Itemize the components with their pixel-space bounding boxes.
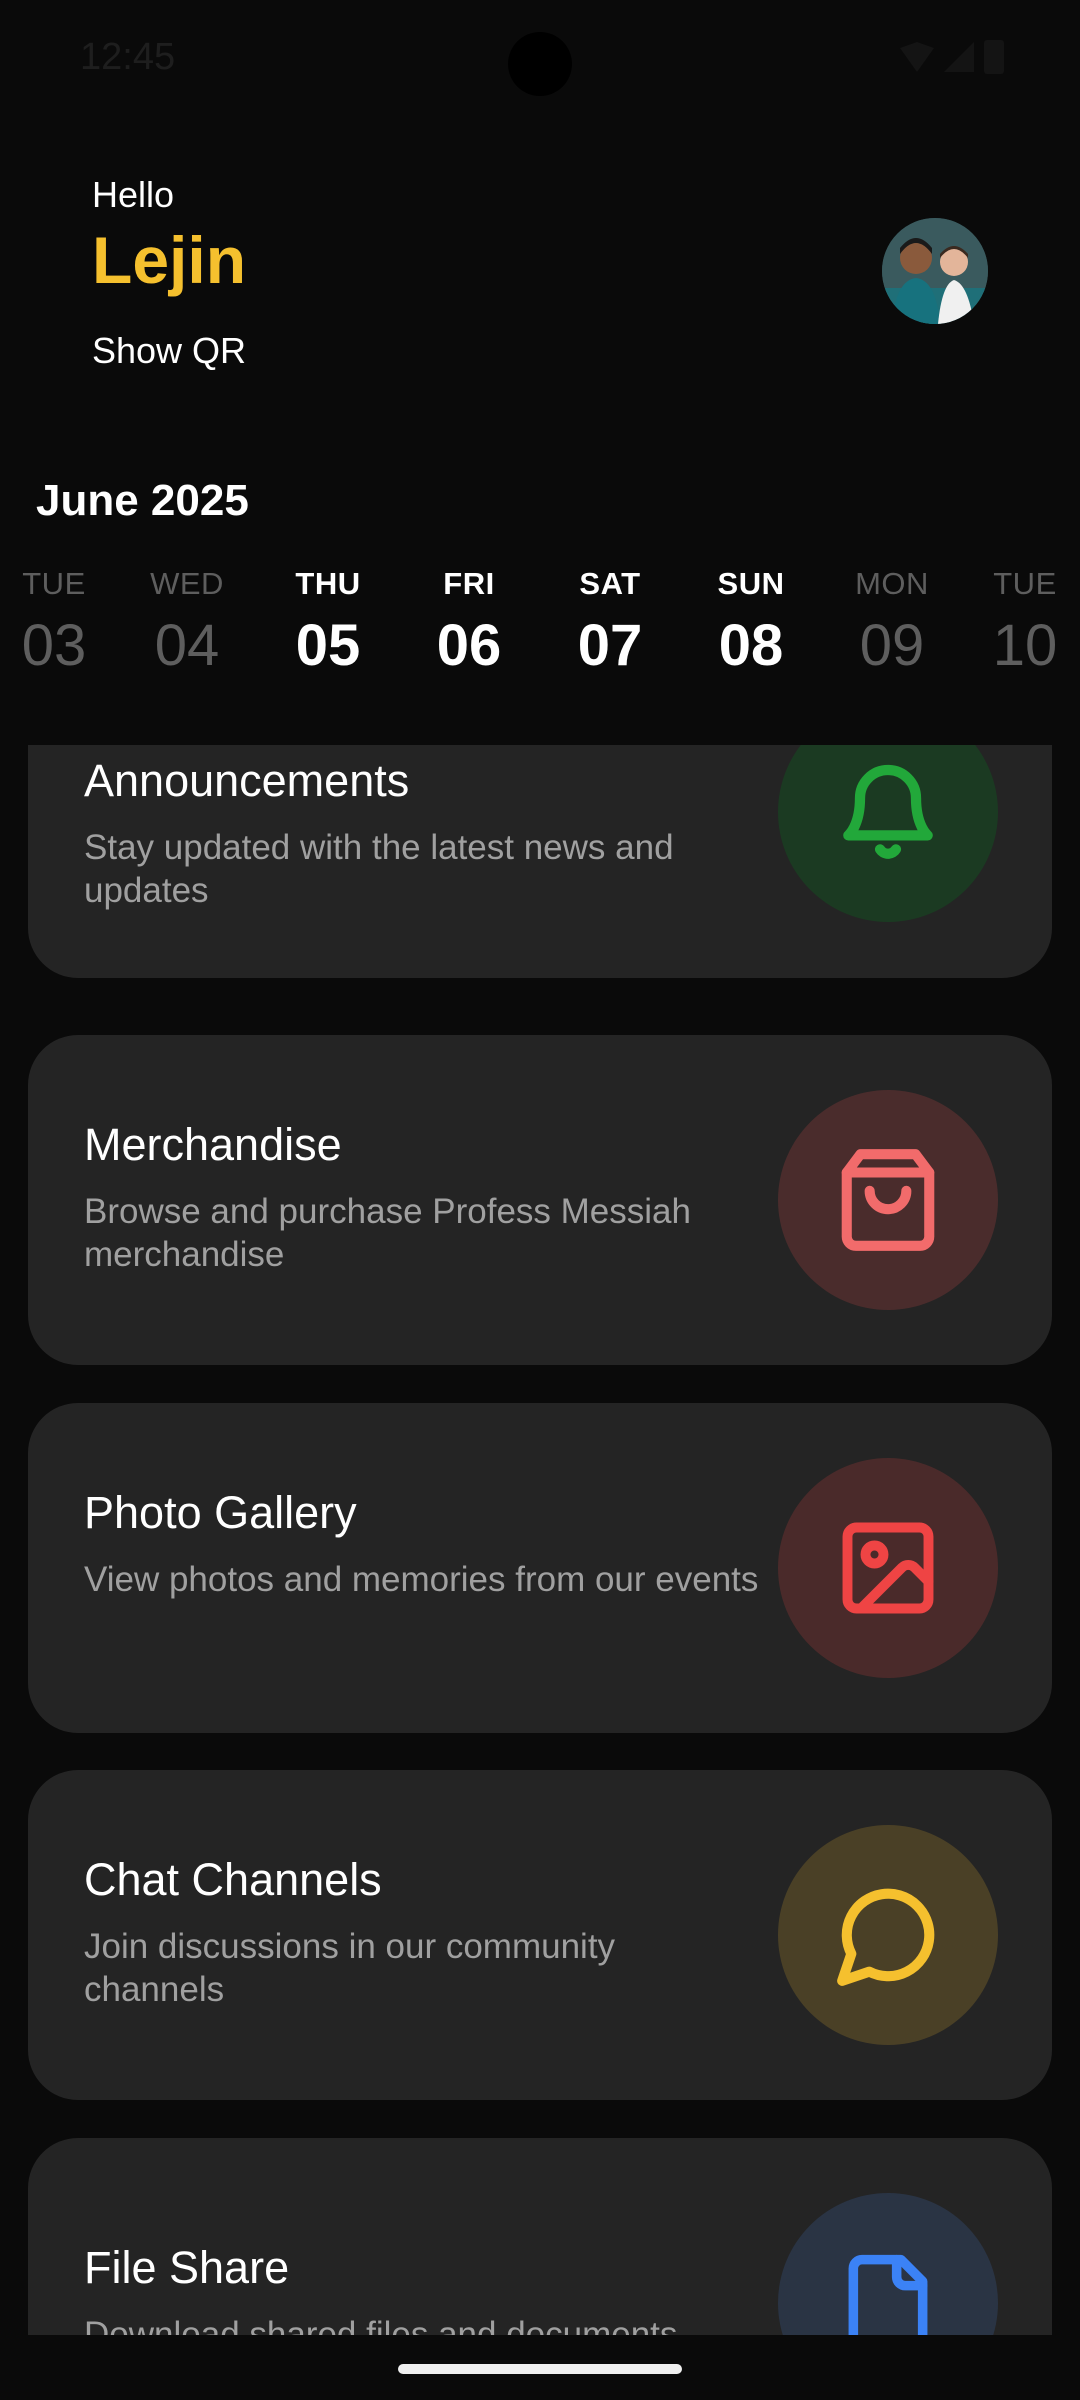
day-number: 09 (859, 613, 925, 678)
avatar[interactable] (882, 218, 988, 324)
battery-icon (984, 40, 1004, 74)
day-item[interactable]: MON 09 (832, 566, 952, 679)
status-time: 12:45 (80, 36, 176, 78)
day-name: SUN (717, 566, 785, 601)
day-number: 07 (577, 613, 643, 678)
show-qr-button[interactable]: Show QR (92, 330, 246, 372)
day-name: WED (150, 566, 224, 601)
card-icon-badge (778, 2193, 998, 2335)
card-file-share[interactable]: File Share Download shared files and doc… (28, 2138, 1052, 2335)
day-name: FRI (443, 566, 495, 601)
day-number: 03 (21, 613, 87, 678)
card-icon-badge (778, 1825, 998, 2045)
card-photo-gallery[interactable]: Photo Gallery View photos and memories f… (28, 1403, 1052, 1733)
day-item[interactable]: TUE 10 (965, 566, 1080, 679)
day-item[interactable]: TUE 03 (0, 566, 114, 679)
month-title: June 2025 (36, 476, 249, 525)
user-name: Lejin (92, 223, 247, 297)
card-description: Stay updated with the latest news and up… (84, 828, 674, 910)
day-number: 04 (154, 613, 220, 678)
card-chat-channels[interactable]: Chat Channels Join discussions in our co… (28, 1770, 1052, 2100)
day-number: 06 (436, 613, 502, 678)
card-announcements[interactable]: Announcements Stay updated with the late… (28, 745, 1052, 978)
avatar-photo (882, 218, 988, 324)
greeting-text: Hello (92, 174, 175, 215)
card-description: View photos and memories from our events (84, 1560, 759, 1599)
card-title: Chat Channels (84, 1854, 382, 1905)
day-item[interactable]: SUN 08 (691, 566, 811, 679)
day-number: 10 (992, 613, 1058, 678)
day-name: TUE (993, 566, 1057, 601)
shopping-bag-icon (841, 1149, 935, 1251)
home-indicator[interactable] (398, 2364, 682, 2374)
day-item[interactable]: SAT 07 (550, 566, 670, 679)
date-strip[interactable]: TUE 03 WED 04 THU 05 FRI 06 SAT 07 SUN 0… (0, 566, 1080, 686)
card-icon-badge (778, 1090, 998, 1310)
card-title: Photo Gallery (84, 1487, 357, 1538)
day-item[interactable]: THU 05 (268, 566, 388, 679)
card-description: Browse and purchase Profess Messiah merc… (84, 1192, 691, 1274)
feature-list[interactable]: Announcements Stay updated with the late… (0, 745, 1080, 2335)
day-name: SAT (579, 566, 641, 601)
card-title: Announcements (84, 755, 410, 806)
card-title: Merchandise (84, 1119, 342, 1170)
card-title: File Share (84, 2242, 290, 2293)
front-camera (508, 32, 572, 96)
image-icon (842, 1522, 934, 1614)
card-merchandise[interactable]: Merchandise Browse and purchase Profess … (28, 1035, 1052, 1365)
day-number: 08 (718, 613, 784, 678)
signal-icon (944, 42, 974, 72)
file-icon (848, 2254, 928, 2335)
card-icon-badge (778, 745, 998, 922)
day-item[interactable]: FRI 06 (409, 566, 529, 679)
card-icon-badge (778, 1458, 998, 1678)
card-description: Join discussions in our community channe… (84, 1927, 616, 2009)
day-name: TUE (22, 566, 86, 601)
day-name: THU (295, 566, 361, 601)
bell-icon (843, 764, 933, 859)
chat-bubble-icon (837, 1888, 935, 1986)
status-bar: 12:45 (0, 0, 1080, 120)
status-icons (900, 40, 1004, 74)
wifi-icon (900, 42, 934, 72)
day-name: MON (855, 566, 929, 601)
card-description: Download shared files and documents (84, 2315, 678, 2335)
day-number: 05 (295, 613, 361, 678)
day-item[interactable]: WED 04 (127, 566, 247, 679)
